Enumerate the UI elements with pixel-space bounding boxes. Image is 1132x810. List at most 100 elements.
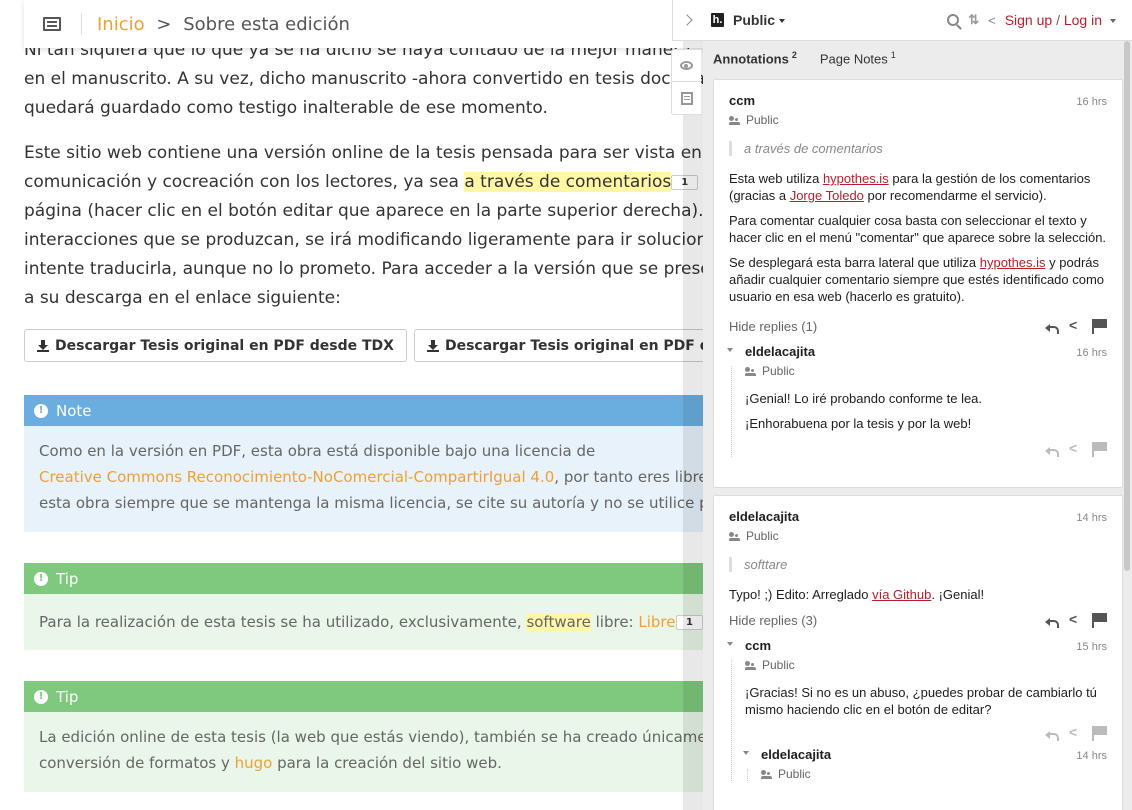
- auth-separator: /: [1056, 12, 1060, 28]
- flag-icon[interactable]: [1092, 726, 1107, 741]
- github-link[interactable]: vía Github: [872, 587, 931, 602]
- annotation-text: Typo! ;) Edito: Arreglado vía Github. ¡G…: [729, 586, 1107, 603]
- annotation-actions: Hide replies (3): [729, 611, 1107, 628]
- highlighted-annotation[interactable]: software: [526, 613, 591, 631]
- toggle-highlights-button[interactable]: [672, 50, 701, 82]
- timestamp[interactable]: 16 hrs: [1076, 96, 1107, 108]
- share-icon[interactable]: [1069, 440, 1082, 456]
- share-icon[interactable]: [1069, 724, 1082, 740]
- hide-replies-toggle[interactable]: Hide replies (3): [729, 613, 817, 628]
- collapse-triangle-icon[interactable]: [727, 642, 733, 646]
- caret-down-icon[interactable]: [1110, 19, 1116, 24]
- thread-line: [731, 366, 732, 457]
- hide-replies-toggle[interactable]: Hide replies (1): [729, 319, 817, 334]
- timestamp[interactable]: 14 hrs: [1076, 750, 1107, 762]
- scrollbar-thumb[interactable]: [1124, 41, 1130, 571]
- paragraph-2: Este sitio web contiene una versión onli…: [24, 139, 724, 313]
- text-line: esta obra siempre que se mantenga la mis…: [39, 494, 714, 512]
- username[interactable]: eldelacajita: [761, 747, 831, 762]
- username[interactable]: ccm: [745, 638, 771, 653]
- tab-label: Annotations: [713, 51, 789, 67]
- breadcrumb-home-link[interactable]: Inicio: [97, 14, 145, 35]
- visibility-label: Public: [762, 658, 795, 672]
- paragraph-1: Ni tan siquiera que lo que ya se ha dich…: [24, 36, 724, 123]
- visibility: Public: [729, 529, 1107, 543]
- annotation-text: Esta web utiliza hypothes.is para la ges…: [729, 170, 1107, 305]
- new-page-note-button[interactable]: [672, 82, 701, 114]
- annotation-quote: a través de comentarios: [729, 141, 1107, 156]
- collapse-triangle-icon[interactable]: [727, 348, 733, 352]
- username[interactable]: ccm: [729, 93, 755, 108]
- tab-annotations[interactable]: Annotations 2: [713, 50, 797, 66]
- tab-count: 1: [890, 50, 896, 60]
- hypothesis-logo-icon[interactable]: h.: [711, 13, 724, 27]
- flag-icon[interactable]: [1092, 319, 1107, 334]
- tip-body: La edición online de esta tesis (la web …: [24, 712, 714, 792]
- hypothesis-sidebar: h. Public ⇅ < Sign up / Log in Annotatio…: [671, 0, 1132, 810]
- hypothesis-link[interactable]: hypothes.is: [980, 255, 1046, 270]
- group-scope-selector[interactable]: Public: [733, 12, 786, 28]
- menu-icon[interactable]: [43, 17, 61, 31]
- reply-icon[interactable]: [1045, 616, 1059, 628]
- tab-page-notes[interactable]: Page Notes 1: [820, 50, 896, 66]
- visibility: Public: [729, 113, 1107, 127]
- text-line: página (hacer clic en el botón editar qu…: [24, 201, 704, 221]
- text-line: Como en la versión en PDF, esta obra est…: [39, 442, 596, 460]
- breadcrumb-current: Sobre esta edición: [183, 13, 350, 35]
- share-icon[interactable]: [1069, 611, 1082, 627]
- annotation-card[interactable]: ccm 16 hrs Public a través de comentario…: [713, 79, 1123, 488]
- action-icons: [1045, 440, 1107, 457]
- reply: eldelacajita 16 hrs Public ¡Genial! Lo i…: [727, 344, 1107, 457]
- visibility-label: Public: [746, 529, 779, 543]
- note-header: ! Note: [24, 395, 714, 426]
- tip-header: ! Tip: [24, 563, 714, 594]
- reply-icon[interactable]: [1045, 729, 1059, 741]
- chevron-right-icon[interactable]: [681, 14, 693, 26]
- reply-text: ¡Genial! Lo iré probando conforme te lea…: [745, 390, 1107, 432]
- reply-icon[interactable]: [1045, 445, 1059, 457]
- license-link[interactable]: Creative Commons Reconocimiento-NoComerc…: [39, 468, 554, 486]
- caret-down-icon: [779, 19, 786, 24]
- timestamp[interactable]: 16 hrs: [1076, 347, 1107, 359]
- note-title: Note: [56, 401, 92, 420]
- exclamation-icon: !: [34, 403, 48, 418]
- share-icon[interactable]: [1069, 317, 1082, 333]
- collapse-triangle-icon[interactable]: [743, 751, 749, 755]
- hugo-link[interactable]: hugo: [235, 754, 273, 772]
- flag-icon[interactable]: [1092, 442, 1107, 457]
- search-icon[interactable]: [947, 14, 960, 26]
- reply-icon[interactable]: [1045, 322, 1059, 334]
- group-icon: [745, 660, 756, 670]
- visibility: Public: [761, 767, 1107, 781]
- tip-title: Tip: [56, 687, 79, 706]
- login-link[interactable]: Log in: [1064, 12, 1102, 28]
- username[interactable]: eldelacajita: [745, 344, 815, 359]
- download-tdx-button[interactable]: Descargar Tesis original en PDF desde TD…: [24, 329, 407, 362]
- hypothesis-link[interactable]: hypothes.is: [823, 171, 889, 186]
- highlighted-annotation[interactable]: a través de comentarios: [464, 172, 672, 192]
- share-icon[interactable]: <: [988, 13, 996, 28]
- sort-icon[interactable]: ⇅: [968, 12, 979, 28]
- text-line: Este sitio web contiene una versión onli…: [24, 143, 702, 163]
- download-icon: [37, 339, 49, 352]
- annotation-actions: Hide replies (1): [729, 317, 1107, 334]
- note-icon: [680, 91, 693, 105]
- text: Typo! ;) Edito: Arreglado: [729, 587, 873, 602]
- text-line: Para la realización de esta tesis se ha …: [39, 613, 527, 631]
- reply-header: eldelacajita 16 hrs: [745, 344, 1107, 359]
- divider: [81, 13, 82, 35]
- annotation-card[interactable]: eldelacajita 14 hrs Public softtare Typo…: [713, 495, 1123, 810]
- annotation-quote: softtare: [729, 557, 1107, 572]
- reply-header: ccm 15 hrs: [745, 638, 1107, 653]
- button-label: Descargar Tesis original en PDF desde TD…: [55, 337, 394, 354]
- jorge-toledo-link[interactable]: Jorge Toledo: [790, 188, 864, 203]
- timestamp[interactable]: 14 hrs: [1076, 512, 1107, 524]
- username[interactable]: eldelacajita: [729, 509, 799, 524]
- text-line: interacciones que se produzcan, se irá m…: [24, 230, 724, 250]
- tip-box-edition: ! Tip La edición online de esta tesis (l…: [24, 681, 714, 792]
- timestamp[interactable]: 15 hrs: [1076, 641, 1107, 653]
- visibility-label: Public: [762, 364, 795, 378]
- flag-icon[interactable]: [1092, 613, 1107, 628]
- text-line: intente traducirla, aunque no lo prometo…: [24, 259, 724, 279]
- signup-link[interactable]: Sign up: [1005, 12, 1052, 28]
